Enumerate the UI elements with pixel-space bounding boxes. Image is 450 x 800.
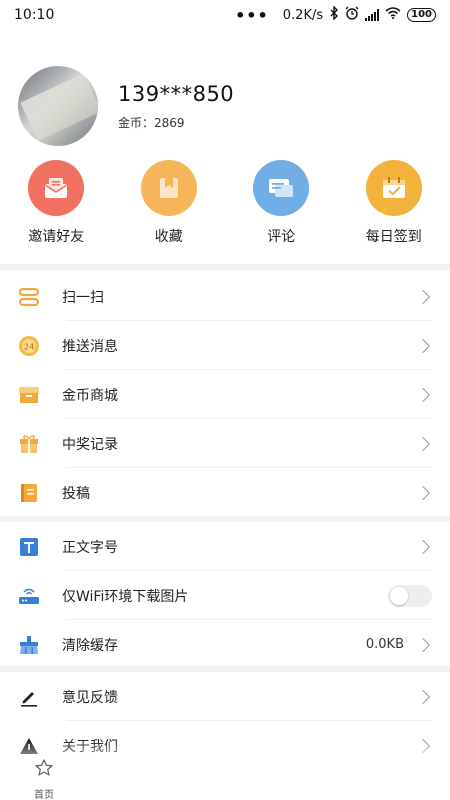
menu-label-wifi-images: 仅WiFi环境下载图片 [62,588,189,605]
broom-icon [18,634,40,656]
menu-label-coin-store: 金币商城 [62,387,118,404]
bookmark-icon [140,160,197,216]
status-bar: 10:10 ••• 0.2K/s 100 [0,0,450,30]
avatar[interactable] [18,66,98,146]
comments-label: 评论 [267,229,296,245]
chevron-right-icon [415,289,431,304]
more-dots: ••• [235,5,269,25]
menu-item-clear-cache[interactable]: 清除缓存 0.0KB [0,620,450,669]
menu-item-font-size[interactable]: 正文字号 [0,522,450,571]
tab-home[interactable]: 首页 [20,758,68,800]
daily-checkin-button[interactable]: 每日签到 [338,160,450,250]
menu-label-prize-records: 中奖记录 [62,436,118,453]
chevron-right-icon [415,689,431,704]
router-icon [18,585,40,607]
chevron-right-icon [415,338,431,353]
user-profile[interactable]: 139***850 金币：2869 [18,66,432,146]
menu-item-prize-records[interactable]: 中奖记录 [0,419,450,468]
favorites-label: 收藏 [154,229,183,245]
invite-friends-label: 邀请好友 [28,229,85,245]
menu-item-submit[interactable]: 投稿 [0,468,450,517]
chevron-right-icon [415,637,431,652]
menu-label-font-size: 正文字号 [62,539,118,556]
alarm-icon [345,6,359,24]
chevron-right-icon [415,436,431,451]
daily-checkin-label: 每日签到 [365,229,422,245]
status-time: 10:10 [14,7,55,23]
notebook-icon [18,482,40,504]
comments-button[interactable]: 评论 [225,160,338,250]
store-icon [18,384,40,406]
mail-icon [28,160,85,216]
user-phone: 139***850 [118,81,235,106]
signal-icon [365,9,380,21]
chevron-right-icon [415,387,431,402]
scan-icon [18,286,40,308]
coin-balance: 金币：2869 [118,115,185,130]
calendar-check-icon [365,160,422,216]
tab-home-label: 首页 [34,790,54,800]
menu-item-feedback[interactable]: 意见反馈 [0,672,450,721]
net-speed: 0.2K/s [282,7,324,23]
bluetooth-icon [329,5,339,24]
menu-label-clear-cache: 清除缓存 [62,637,118,654]
favorites-button[interactable]: 收藏 [113,160,226,250]
chevron-right-icon [415,539,431,554]
pencil-icon [18,686,40,708]
section-divider [0,264,450,270]
svg-text:24: 24 [24,342,34,351]
profile-info: 139***850 金币：2869 [118,82,234,131]
menu-label-push-messages: 推送消息 [62,338,118,355]
menu-label-feedback: 意见反馈 [62,689,118,706]
menu-label-submit: 投稿 [62,485,90,502]
gift-icon [18,433,40,455]
menu-item-coin-store[interactable]: 金币商城 [0,370,450,419]
menu-item-wifi-images: 仅WiFi环境下载图片 [0,571,450,620]
chat-icon [253,160,310,216]
wifi-images-toggle[interactable] [388,584,432,607]
battery-icon: 100 [407,8,436,22]
cache-size: 0.0KB [365,637,404,652]
quick-actions: 邀请好友 收藏 评论 每日签到 [0,160,450,250]
menu-item-scan[interactable]: 扫一扫 [0,272,450,321]
push-24-icon: 24 [18,335,40,357]
chevron-right-icon [415,485,431,500]
star-icon [34,758,54,782]
menu-label-scan: 扫一扫 [62,289,104,306]
invite-friends-button[interactable]: 邀请好友 [0,160,113,250]
menu-item-push-messages[interactable]: 24 推送消息 [0,321,450,370]
status-indicators: ••• 0.2K/s 100 [235,5,436,25]
wifi-icon [385,7,401,23]
text-size-icon [18,536,40,558]
